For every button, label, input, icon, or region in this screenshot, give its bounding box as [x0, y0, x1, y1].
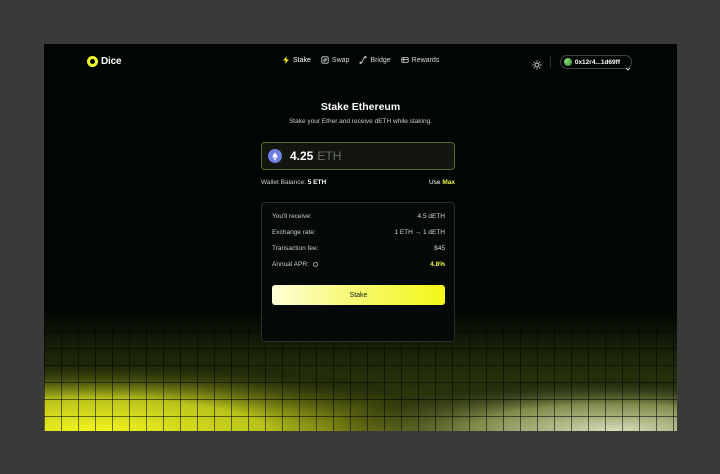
summary-label: Transaction fee:	[272, 245, 319, 252]
stake-button[interactable]: Stake	[272, 285, 445, 305]
summary-row-exchange-rate: Exchange rate: 1 ETH → 1 dETH	[272, 229, 445, 236]
bolt-icon	[282, 56, 290, 64]
page-subtitle: Stake your Ether and receive dETH while …	[288, 118, 433, 125]
use-max-button[interactable]: Use Max	[429, 179, 455, 186]
summary-value: 4.8%	[430, 261, 445, 268]
top-bar: Dice Stake Swap Bridge Rewards 0x12r4...…	[44, 44, 677, 82]
swap-icon	[321, 56, 329, 64]
amount-input[interactable]: 4.25 ETH	[261, 142, 455, 170]
sun-icon[interactable]	[532, 57, 542, 70]
chevron-down-icon	[625, 59, 631, 71]
max-label: Max	[442, 179, 455, 186]
wallet-button[interactable]: 0x12r4...1d69ff	[560, 55, 632, 71]
summary-value: 4.5 dETH	[417, 213, 445, 220]
nav-item-rewards[interactable]: Rewards	[401, 56, 440, 64]
wallet-avatar	[564, 58, 572, 66]
stake-summary-card: You'll receive: 4.5 dETH Exchange rate: …	[261, 202, 455, 342]
use-label: Use	[428, 179, 441, 186]
nav-item-swap[interactable]: Swap	[321, 56, 350, 64]
summary-row-apr: Annual APR: 4.8%	[272, 261, 445, 268]
rewards-icon	[401, 56, 409, 64]
wallet-address: 0x12r4...1d69ff	[574, 58, 620, 66]
summary-label: Annual APR:	[272, 261, 309, 268]
apr-label-group: Annual APR:	[272, 261, 318, 268]
nav-label-bridge: Bridge	[370, 56, 391, 64]
summary-value: 1 ETH → 1 dETH	[394, 229, 445, 236]
nav-label-stake: Stake	[293, 56, 311, 64]
nav-item-bridge[interactable]: Bridge	[359, 56, 391, 64]
nav-label-rewards: Rewards	[411, 56, 440, 64]
main-nav: Stake Swap Bridge Rewards	[282, 56, 439, 64]
dice-logo-icon	[87, 56, 98, 67]
amount-unit: ETH	[317, 149, 342, 163]
wallet-balance-row: Wallet Balance: 5 ETH Use Max	[261, 179, 455, 186]
wallet-balance-label: Wallet Balance:	[261, 179, 306, 186]
summary-value: $45	[434, 245, 445, 252]
header-divider	[550, 56, 551, 68]
wallet-balance-value: 5 ETH	[307, 179, 327, 186]
app-window: Dice Stake Swap Bridge Rewards 0x12r4...…	[44, 44, 677, 431]
page-title: Stake Ethereum	[320, 101, 401, 113]
nav-label-swap: Swap	[331, 56, 350, 64]
summary-row-transaction-fee: Transaction fee: $45	[272, 245, 445, 252]
info-icon[interactable]	[312, 261, 318, 267]
summary-label: You'll receive:	[272, 213, 312, 220]
ethereum-icon	[268, 149, 282, 163]
brand-name: Dice	[101, 56, 122, 67]
amount-value: 4.25	[290, 149, 314, 163]
bridge-icon	[359, 56, 368, 64]
nav-item-stake[interactable]: Stake	[282, 56, 311, 64]
wallet-balance: Wallet Balance: 5 ETH	[261, 179, 326, 186]
logo[interactable]: Dice	[87, 56, 122, 67]
summary-row-receive: You'll receive: 4.5 dETH	[272, 213, 445, 220]
summary-label: Exchange rate:	[272, 229, 316, 236]
